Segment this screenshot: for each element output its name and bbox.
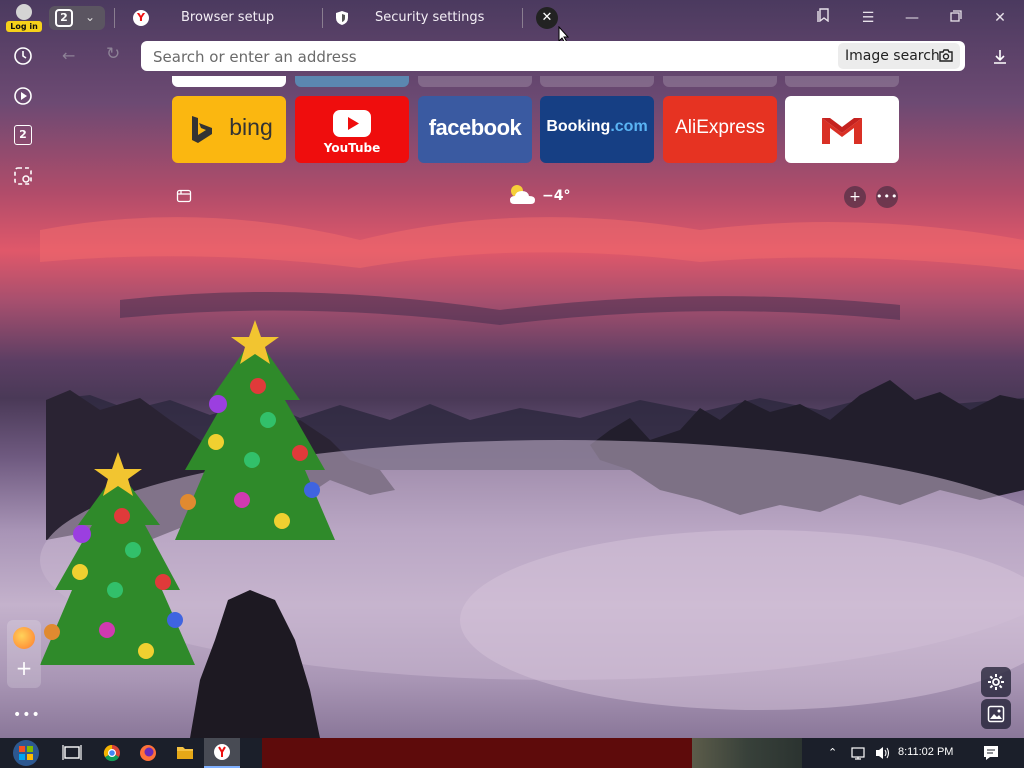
close-window-button[interactable]: ✕ bbox=[990, 8, 1010, 28]
add-tile-button[interactable]: + bbox=[844, 186, 866, 208]
chrome-button[interactable] bbox=[100, 738, 124, 768]
add-service-icon[interactable]: + bbox=[14, 658, 34, 678]
screenshot-icon[interactable] bbox=[12, 165, 34, 187]
chevron-down-icon: ⌄ bbox=[85, 10, 96, 24]
tab-security-settings[interactable]: Security settings bbox=[336, 4, 516, 32]
menu-icon[interactable]: ☰ bbox=[858, 8, 878, 28]
minimize-button[interactable]: — bbox=[902, 8, 922, 28]
image-icon bbox=[987, 705, 1005, 723]
tab-title: Security settings bbox=[375, 10, 485, 25]
divider bbox=[114, 8, 115, 28]
sidebar-more-icon[interactable]: ••• bbox=[13, 707, 41, 723]
image-search-button[interactable]: Image search bbox=[838, 43, 960, 69]
tab-count-badge: 2 bbox=[55, 9, 73, 27]
address-input[interactable] bbox=[151, 45, 815, 69]
divider bbox=[522, 8, 523, 28]
gmail-icon bbox=[822, 118, 862, 144]
address-bar: Image search bbox=[141, 41, 965, 71]
windows-logo-icon bbox=[13, 740, 39, 766]
firefox-button[interactable] bbox=[136, 738, 160, 768]
taskbar-wallpaper-strip bbox=[692, 738, 802, 768]
login-button[interactable]: Log in bbox=[6, 4, 42, 32]
network-icon[interactable] bbox=[850, 738, 868, 768]
tab-title: Browser setup bbox=[181, 10, 275, 25]
task-view-icon bbox=[62, 745, 82, 760]
restore-button[interactable] bbox=[946, 8, 966, 28]
tile-booking[interactable]: Booking.com bbox=[540, 96, 654, 163]
login-label: Log in bbox=[6, 21, 42, 32]
divider bbox=[322, 8, 323, 28]
action-center-icon[interactable] bbox=[982, 738, 1000, 768]
tile-facebook[interactable]: facebook bbox=[418, 96, 532, 163]
weather-widget[interactable]: −4° bbox=[506, 182, 586, 210]
reload-button[interactable]: ↻ bbox=[106, 44, 126, 64]
task-view-button[interactable] bbox=[60, 738, 84, 768]
tile-partial[interactable] bbox=[785, 76, 899, 87]
tile-gmail[interactable] bbox=[785, 96, 899, 163]
tile-partial[interactable] bbox=[172, 76, 286, 87]
avatar-icon bbox=[16, 4, 32, 20]
tile-label: YouTube bbox=[323, 141, 381, 155]
shield-icon bbox=[336, 11, 348, 25]
video-player-icon[interactable] bbox=[12, 85, 34, 107]
weather-temperature: −4° bbox=[542, 188, 571, 204]
alice-assistant-icon[interactable] bbox=[13, 627, 35, 649]
title-bar: Log in 2 ⌄ Y Browser setup Security sett… bbox=[0, 0, 1024, 44]
taskbar-wallpaper-strip bbox=[262, 738, 692, 768]
tile-aliexpress[interactable]: AliExpress bbox=[663, 96, 777, 163]
tab-count-button[interactable]: 2 ⌄ bbox=[49, 6, 105, 30]
chrome-icon bbox=[103, 744, 120, 762]
tray-overflow-icon[interactable]: ⌃ bbox=[828, 738, 842, 768]
tabs-count-icon[interactable]: 2 bbox=[14, 125, 32, 145]
collections-icon[interactable] bbox=[176, 188, 192, 204]
gallery-button[interactable] bbox=[981, 699, 1011, 729]
tile-partial[interactable] bbox=[418, 76, 532, 87]
bookmarks-icon[interactable] bbox=[814, 8, 834, 28]
tile-label: bing bbox=[229, 114, 273, 140]
close-tab-button[interactable]: ✕ bbox=[536, 7, 558, 29]
file-explorer-button[interactable] bbox=[173, 738, 197, 768]
sidebar-services: + bbox=[7, 620, 41, 688]
tile-label: facebook bbox=[428, 115, 522, 140]
taskbar: ⌃ 8:11:02 PM bbox=[0, 738, 1024, 768]
volume-icon[interactable] bbox=[874, 738, 892, 768]
taskbar-clock[interactable]: 8:11:02 PM bbox=[898, 746, 953, 758]
yandex-icon: Y bbox=[133, 10, 149, 26]
tile-label: AliExpress bbox=[675, 117, 765, 138]
image-search-label: Image search bbox=[845, 48, 940, 64]
youtube-play-icon bbox=[333, 110, 371, 137]
more-options-button[interactable]: ••• bbox=[876, 186, 898, 208]
history-icon[interactable] bbox=[12, 45, 34, 67]
camera-icon bbox=[939, 49, 953, 62]
tile-bing[interactable]: bing bbox=[172, 96, 286, 163]
tile-partial[interactable] bbox=[663, 76, 777, 87]
folder-icon bbox=[177, 747, 193, 759]
tab-browser-setup[interactable]: Y Browser setup bbox=[133, 4, 313, 32]
tile-partial[interactable] bbox=[295, 76, 409, 87]
start-button[interactable] bbox=[8, 738, 44, 768]
tile-youtube[interactable]: YouTube bbox=[295, 96, 409, 163]
firefox-icon bbox=[140, 745, 156, 761]
tile-partial[interactable] bbox=[540, 76, 654, 87]
partly-cloudy-icon bbox=[510, 185, 535, 204]
download-icon[interactable] bbox=[990, 47, 1010, 67]
gear-icon bbox=[988, 674, 1004, 690]
yandex-browser-icon bbox=[214, 744, 230, 760]
settings-button[interactable] bbox=[981, 667, 1011, 697]
yandex-browser-button[interactable] bbox=[204, 738, 240, 768]
tile-label: Booking.com bbox=[546, 118, 648, 135]
back-button[interactable]: ← bbox=[62, 46, 82, 66]
